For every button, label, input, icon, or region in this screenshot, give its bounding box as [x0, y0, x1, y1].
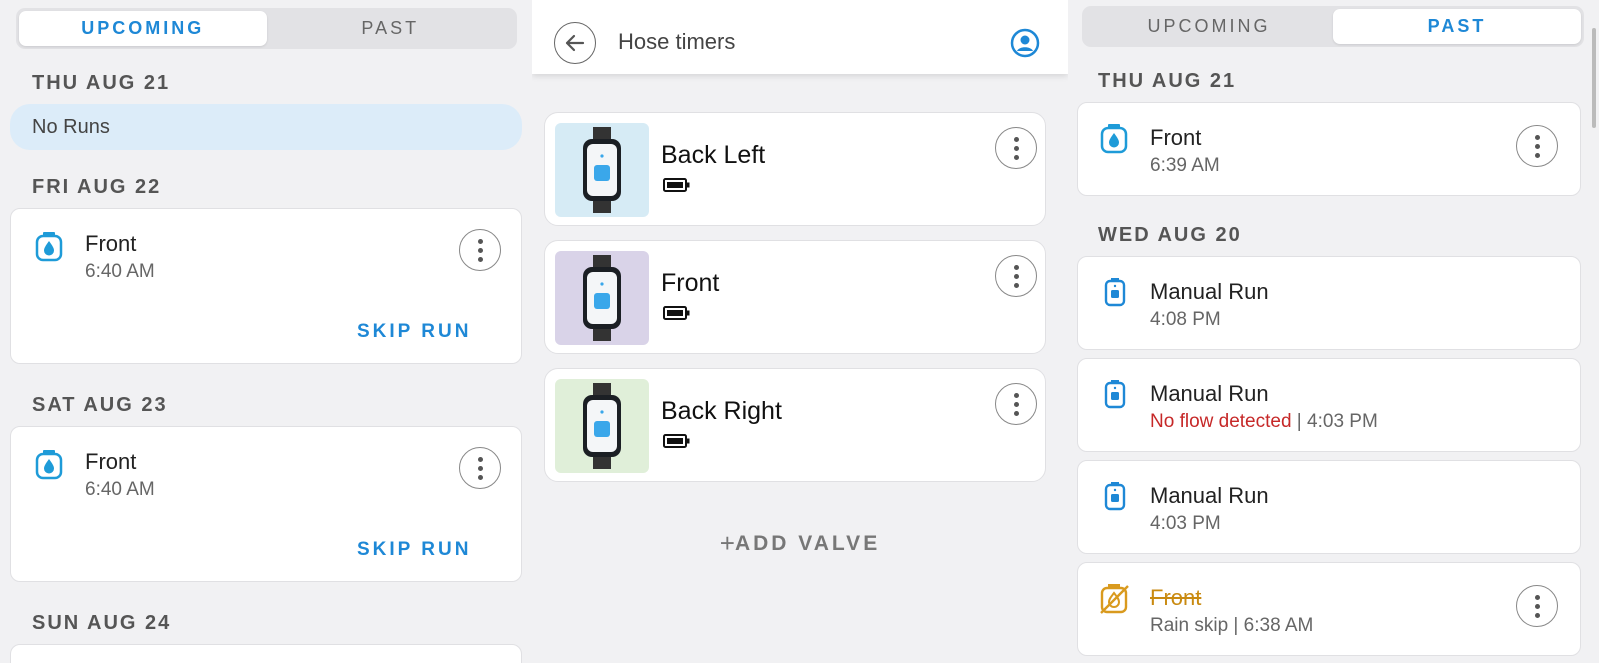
run-card[interactable]: Front 6:39 AM: [1077, 102, 1581, 196]
day-header: SUN AUG 24: [32, 612, 172, 634]
skip-run-button[interactable]: SKIP RUN: [357, 539, 471, 561]
hose-timer-device-icon: [583, 383, 621, 469]
run-time: 6:38 AM: [1243, 615, 1314, 636]
back-button[interactable]: [554, 22, 596, 64]
run-title: Manual Run: [1150, 381, 1269, 406]
add-valve-button[interactable]: +ADD VALVE: [532, 528, 1068, 559]
day-header: SAT AUG 23: [32, 394, 168, 416]
run-card[interactable]: Manual Run 4:03 PM: [1077, 460, 1581, 554]
hose-timer-device-icon: [583, 127, 621, 213]
day-header: THU AUG 21: [1098, 70, 1237, 92]
separator: |: [1228, 615, 1244, 636]
run-status-line: No flow detected | 4:03 PM: [1150, 411, 1378, 433]
run-card[interactable]: Manual Run No flow detected | 4:03 PM: [1077, 358, 1581, 452]
run-status-line: Rain skip | 6:38 AM: [1150, 615, 1313, 637]
more-options-button[interactable]: [995, 255, 1037, 297]
rain-skip-icon: [1100, 584, 1129, 614]
run-time: 4:03 PM: [1150, 513, 1221, 534]
run-title: Manual Run: [1150, 279, 1269, 304]
valve-thumbnail: [555, 379, 649, 473]
run-card[interactable]: [10, 644, 522, 663]
day-header: FRI AUG 22: [32, 176, 162, 198]
arrow-left-icon: [565, 34, 585, 52]
run-title: Front: [85, 449, 137, 474]
run-card[interactable]: Front Rain skip | 6:38 AM: [1077, 562, 1581, 656]
runs-segmented-control: UPCOMING PAST: [1082, 6, 1584, 47]
run-time: 4:08 PM: [1150, 309, 1221, 330]
upcoming-panel: UPCOMING PAST THU AUG 21 No Runs FRI AUG…: [0, 0, 532, 663]
battery-icon: [663, 178, 690, 192]
run-time: 6:40 AM: [85, 261, 155, 282]
manual-run-icon: [1104, 482, 1126, 511]
valve-card-back-left[interactable]: Back Left: [544, 112, 1046, 226]
run-time: 4:03 PM: [1307, 411, 1378, 432]
valve-card-back-right[interactable]: Back Right: [544, 368, 1046, 482]
app-bar: Hose timers: [532, 0, 1068, 74]
more-options-button[interactable]: [995, 383, 1037, 425]
tab-upcoming[interactable]: UPCOMING: [1085, 9, 1333, 44]
battery-icon: [663, 434, 690, 448]
run-card[interactable]: Front 6:40 AM SKIP RUN: [10, 208, 522, 364]
run-error-status: No flow detected: [1150, 411, 1292, 432]
add-valve-label: ADD VALVE: [734, 532, 881, 555]
skip-run-button[interactable]: SKIP RUN: [357, 321, 471, 343]
valve-thumbnail: [555, 251, 649, 345]
run-time: 6:40 AM: [85, 479, 155, 500]
no-runs-banner: No Runs: [10, 104, 522, 150]
scrollbar[interactable]: [1592, 28, 1596, 128]
run-title: Front: [85, 231, 137, 256]
more-options-button[interactable]: [459, 447, 501, 489]
day-header: WED AUG 20: [1098, 224, 1242, 246]
more-options-button[interactable]: [1516, 585, 1558, 627]
manual-run-icon: [1104, 380, 1126, 409]
valve-thumbnail: [555, 123, 649, 217]
runs-segmented-control: UPCOMING PAST: [16, 8, 517, 49]
battery-icon: [663, 306, 690, 320]
separator: |: [1291, 411, 1308, 432]
timer-icon: [35, 232, 63, 262]
past-panel: UPCOMING PAST THU AUG 21 Front 6:39 AM W…: [1068, 0, 1599, 663]
valve-card-front[interactable]: Front: [544, 240, 1046, 354]
hose-timer-device-icon: [583, 255, 621, 341]
run-skip-status: Rain skip: [1150, 615, 1229, 636]
valve-name: Front: [661, 269, 720, 297]
page-title: Hose timers: [618, 29, 736, 54]
valve-name: Back Right: [661, 397, 782, 425]
more-options-button[interactable]: [459, 229, 501, 271]
tab-past[interactable]: PAST: [267, 11, 515, 46]
run-title: Manual Run: [1150, 483, 1269, 508]
tab-past[interactable]: PAST: [1333, 9, 1581, 44]
timer-icon: [35, 450, 63, 480]
more-options-button[interactable]: [995, 127, 1037, 169]
plus-icon: +: [719, 528, 735, 558]
account-icon[interactable]: [1010, 28, 1040, 58]
run-title: Front: [1150, 585, 1202, 610]
hose-timers-panel: Hose timers Back Left Front Back Right +…: [532, 0, 1068, 663]
run-card[interactable]: Front 6:40 AM SKIP RUN: [10, 426, 522, 582]
run-card[interactable]: Manual Run 4:08 PM: [1077, 256, 1581, 350]
tab-upcoming[interactable]: UPCOMING: [19, 11, 267, 46]
day-header: THU AUG 21: [32, 72, 171, 94]
valve-name: Back Left: [661, 141, 766, 169]
run-time: 6:39 AM: [1150, 155, 1220, 176]
run-title: Front: [1150, 125, 1202, 150]
manual-run-icon: [1104, 278, 1126, 307]
more-options-button[interactable]: [1516, 125, 1558, 167]
timer-icon: [1100, 124, 1128, 154]
